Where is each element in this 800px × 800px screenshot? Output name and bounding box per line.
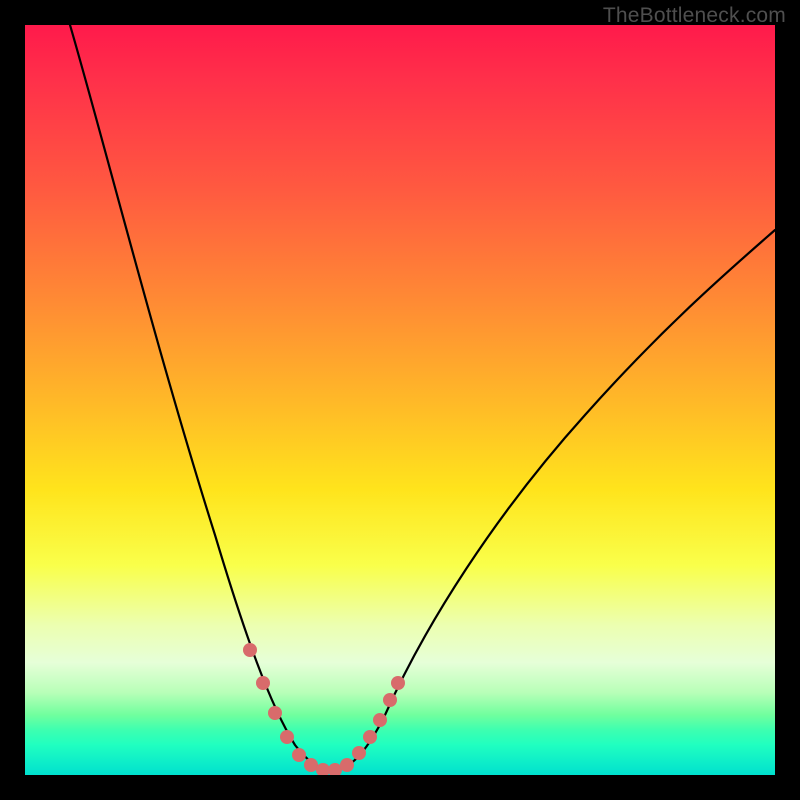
chart-svg: [25, 25, 775, 775]
chart-frame: TheBottleneck.com: [0, 0, 800, 800]
plot-area: [25, 25, 775, 775]
highlight-dots: [243, 643, 405, 775]
bottleneck-curve-path: [70, 25, 775, 770]
